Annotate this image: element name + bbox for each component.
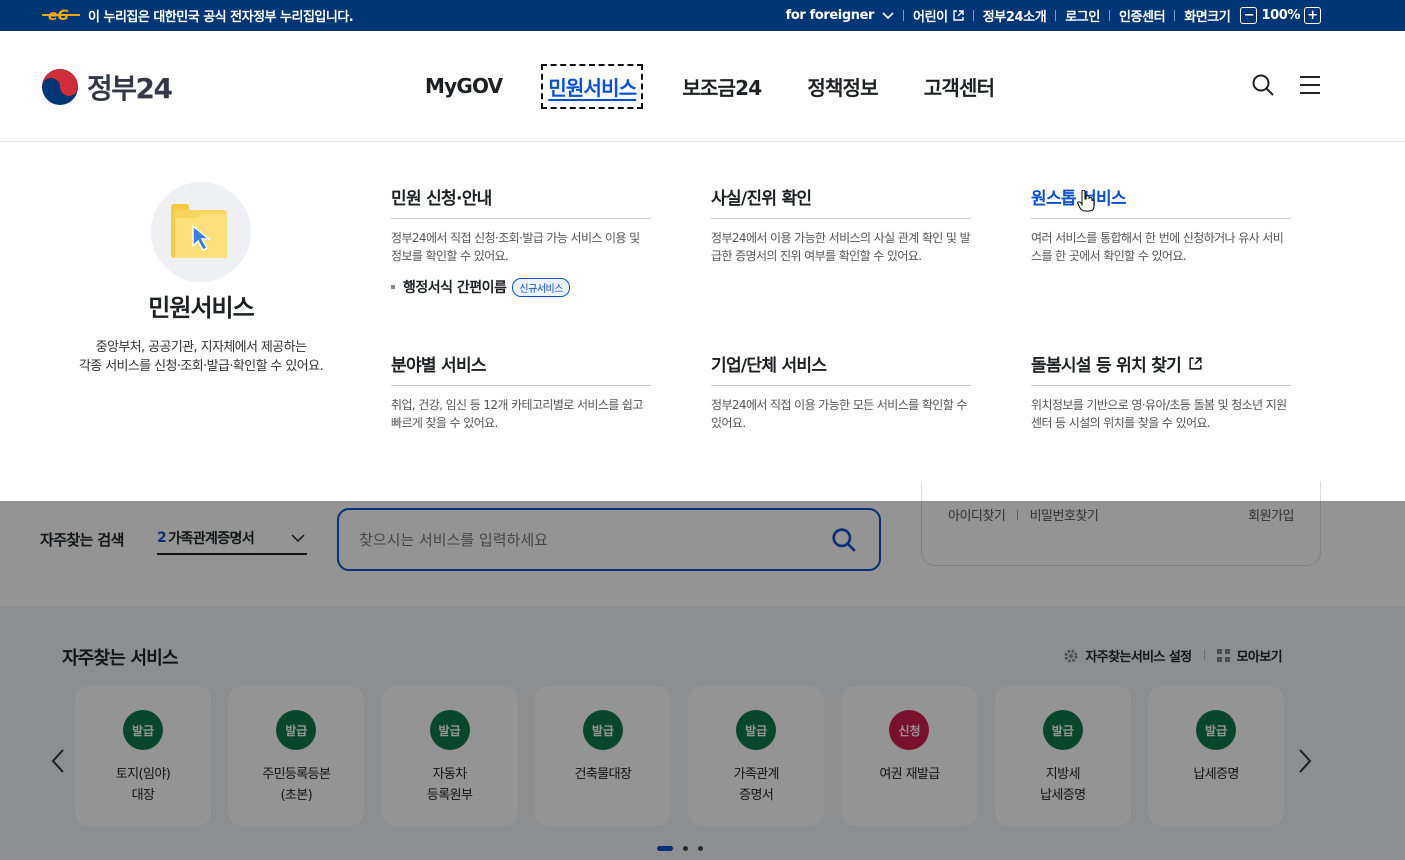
- external-link-icon: [1189, 357, 1202, 370]
- chevron-down-icon: [882, 11, 894, 19]
- zoom-level: 100%: [1261, 8, 1300, 23]
- new-service-badge: 신규서비스: [512, 277, 570, 297]
- menu-desc: 여러 서비스를 통합해서 한 번에 신청하거나 유사 서비스를 한 곳에서 확인…: [1031, 231, 1284, 263]
- menu-title-apply-guide[interactable]: 민원 신청·안내: [391, 184, 651, 219]
- login-link[interactable]: 로그인: [1065, 6, 1100, 25]
- nav-subsidy24[interactable]: 보조금24: [679, 68, 764, 105]
- menu-col-apply-guide: 민원 신청·안내 정부24에서 직접 신청·조회·발급 가능 서비스 이용 및 …: [391, 184, 651, 297]
- foreigner-link[interactable]: for foreigner: [786, 8, 894, 23]
- nav-civil-services[interactable]: 민원서비스: [541, 63, 644, 109]
- dim-overlay[interactable]: [0, 501, 1405, 860]
- external-link-icon: [953, 10, 964, 21]
- menu-title-care-facility[interactable]: 돌봄시설 등 위치 찾기: [1031, 351, 1291, 386]
- mega-menu: 민원서비스 중앙부처, 공공기관, 지자체에서 제공하는 각종 서비스를 신청·…: [0, 142, 1405, 501]
- nav-policy-info[interactable]: 정책정보: [804, 68, 880, 105]
- hand-cursor-icon: [1077, 190, 1095, 212]
- site-logo[interactable]: 정부24: [41, 67, 173, 107]
- menu-sub-admin-form[interactable]: 행정서식 간편이름 신규서비스: [391, 277, 651, 297]
- taegeuk-logo-icon: [42, 69, 78, 105]
- menu-title-corporate[interactable]: 기업/단체 서비스: [711, 351, 971, 386]
- gov-banner: eG 이 누리집은 대한민국 공식 전자정부 누리집입니다. for forei…: [0, 0, 1405, 31]
- hamburger-menu-icon[interactable]: [1299, 75, 1321, 95]
- cert-center-link[interactable]: 인증센터: [1119, 6, 1166, 25]
- menu-desc: 위치정보를 기반으로 영·유아/초등 돌봄 및 청소년 지원센터 등 시설의 위…: [1031, 398, 1287, 430]
- folder-cursor-illustration: [151, 182, 251, 282]
- main-nav: MyGOV 민원서비스 보조금24 정책정보 고객센터: [402, 31, 1017, 141]
- main-header: 정부24 MyGOV 민원서비스 보조금24 정책정보 고객센터: [0, 31, 1405, 142]
- search-icon[interactable]: [1251, 73, 1275, 97]
- kids-link[interactable]: 어린이: [913, 6, 964, 25]
- menu-desc: 정부24에서 이용 가능한 서비스의 사실 관계 확인 및 발급한 증명서의 진…: [711, 231, 971, 263]
- nav-mygov[interactable]: MyGOV: [422, 70, 505, 102]
- zoom-in-button[interactable]: +: [1304, 7, 1321, 24]
- menu-desc: 정부24에서 직접 이용 가능한 모든 서비스를 확인할 수 있어요.: [711, 398, 967, 430]
- mega-menu-title: 민원서비스: [148, 294, 254, 322]
- svg-text:eG: eG: [48, 8, 69, 24]
- menu-desc: 정부24에서 직접 신청·조회·발급 가능 서비스 이용 및 정보를 확인할 수…: [391, 231, 640, 263]
- utility-nav: for foreigner 어린이 정부24소개 로그인 인증센터 화면크기 −…: [786, 6, 1321, 25]
- folder-icon: [171, 204, 227, 258]
- zoom-out-button[interactable]: −: [1240, 7, 1258, 24]
- about-link[interactable]: 정부24소개: [983, 6, 1047, 25]
- menu-col-onestop: 원스톱 서비스 여러 서비스를 통합해서 한 번에 신청하거나 유사 서비스를 …: [1031, 184, 1291, 265]
- menu-col-corporate: 기업/단체 서비스 정부24에서 직접 이용 가능한 모든 서비스를 확인할 수…: [711, 351, 971, 432]
- brand-name: 정부24: [87, 72, 173, 105]
- menu-col-fact-check: 사실/진위 확인 정부24에서 이용 가능한 서비스의 사실 관계 확인 및 발…: [711, 184, 971, 265]
- header-tools: [1251, 73, 1321, 97]
- menu-desc: 취업, 건강, 임신 등 12개 카테고리별로 서비스를 쉽고 빠르게 찾을 수…: [391, 398, 643, 430]
- menu-title-onestop[interactable]: 원스톱 서비스: [1031, 184, 1291, 219]
- eg-emblem-icon: eG: [42, 8, 80, 24]
- gov-notice: 이 누리집은 대한민국 공식 전자정부 누리집입니다.: [88, 10, 354, 25]
- menu-col-category: 분야별 서비스 취업, 건강, 임신 등 12개 카테고리별로 서비스를 쉽고 …: [391, 351, 651, 432]
- menu-col-care-facility: 돌봄시설 등 위치 찾기 위치정보를 기반으로 영·유아/초등 돌봄 및 청소년…: [1031, 351, 1291, 432]
- screen-size-label: 화면크기: [1184, 10, 1231, 25]
- menu-title-category[interactable]: 분야별 서비스: [391, 351, 651, 386]
- mega-menu-desc: 중앙부처, 공공기관, 지자체에서 제공하는 각종 서비스를 신청·조회·발급·…: [78, 340, 324, 374]
- menu-title-fact-check[interactable]: 사실/진위 확인: [711, 184, 971, 219]
- nav-customer-center[interactable]: 고객센터: [921, 68, 997, 105]
